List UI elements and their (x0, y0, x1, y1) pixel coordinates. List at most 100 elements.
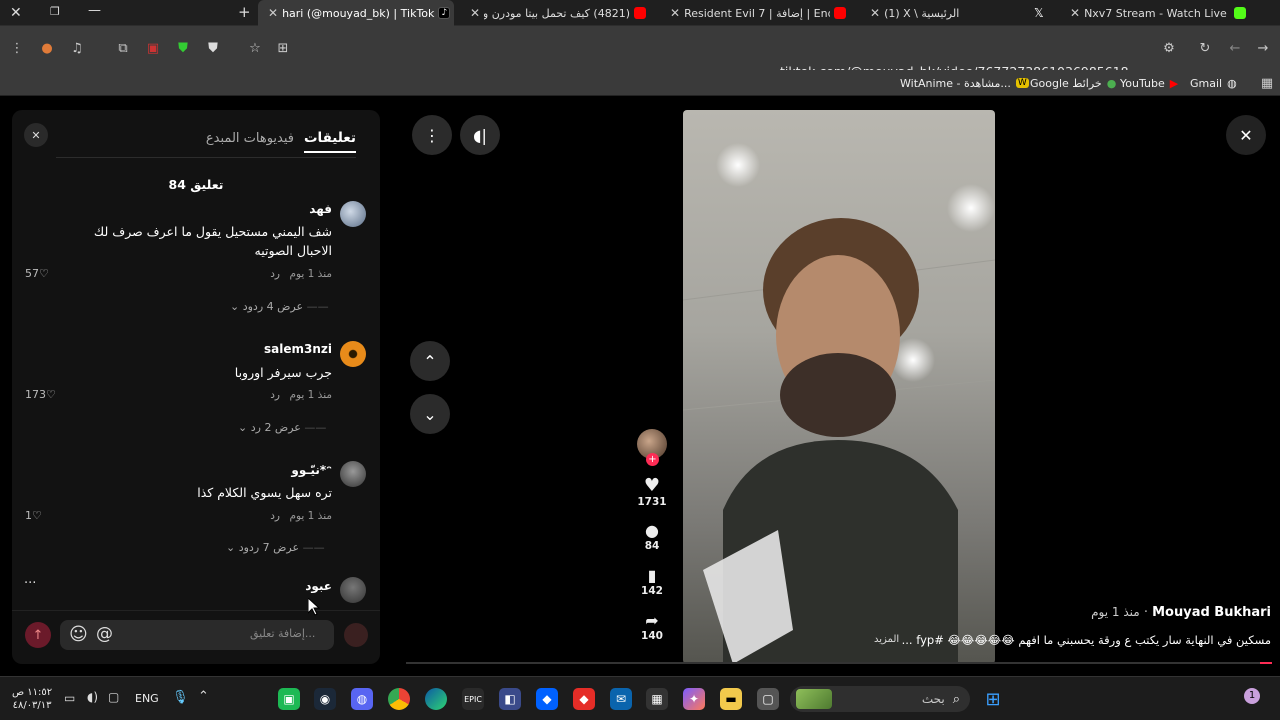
close-icon[interactable]: ✕ (870, 6, 880, 20)
edge-icon[interactable] (425, 688, 447, 710)
video-author[interactable]: Mouyad Bukhari (1152, 605, 1271, 620)
chevron-down-icon: ⌄ (423, 404, 437, 424)
bookmark-witanime[interactable]: WitAnime - مشاهدة... W (900, 70, 1029, 96)
back-icon[interactable]: → (1254, 39, 1272, 57)
close-icon[interactable]: ✕ (670, 6, 680, 20)
outlook-icon[interactable]: ✉ (610, 688, 632, 710)
reload-icon[interactable]: ↻ (1196, 39, 1214, 57)
view-replies-button[interactable]: ⌄ عرض 2 رد —— (238, 421, 326, 434)
extensions-puzzle-icon[interactable]: ⧉ (114, 39, 132, 57)
clock[interactable]: ١١:٥٢ ص ٤٨/٠٣/١٣ (12, 686, 52, 712)
share-button[interactable]: ➦ 140 (637, 611, 667, 642)
caption-more-button[interactable]: المزيد (874, 634, 899, 645)
send-button[interactable]: ↑ (25, 622, 51, 648)
shield-icon[interactable]: ⛊ (204, 39, 222, 57)
close-icon[interactable]: ✕ (1070, 6, 1080, 20)
bookmark-google-maps[interactable]: Google خرائط ● (1030, 70, 1116, 96)
discord-icon[interactable]: ◍ (351, 688, 373, 710)
store-icon[interactable]: ▦ (646, 688, 668, 710)
view-replies-button[interactable]: ⌄ عرض 4 ردود —— (230, 300, 329, 313)
bookmark-gmail[interactable]: Gmail ◍ (1190, 70, 1237, 96)
media-control-icon[interactable]: ♫ (68, 39, 86, 57)
extension-icon[interactable]: ▣ (144, 39, 162, 57)
tab-youtube-1[interactable]: ✕ (4821) كيف تحمل بيتا مودرن ورك (460, 0, 656, 26)
forward-icon[interactable]: ← (1226, 39, 1244, 57)
tab-comments[interactable]: تعليقات (303, 130, 356, 153)
next-video-button[interactable]: ⌄ (410, 394, 450, 434)
chevron-up-icon[interactable]: ⌃ (198, 689, 209, 704)
avatar[interactable] (340, 201, 366, 227)
comment-author[interactable]: نيّـوو*ᵔ (291, 463, 332, 477)
notification-badge[interactable]: 1 (1244, 688, 1260, 704)
close-icon[interactable]: ✕ (268, 6, 278, 20)
comment-time: منذ 1 يوم (289, 510, 332, 522)
extension-icon[interactable]: ● (38, 39, 56, 57)
battery-icon[interactable]: ▭ (64, 691, 75, 705)
tab-bar: ✕ ❐ — + ✕ hari (@mouyad_bk) | TikTok ♪ ✕… (0, 0, 1280, 26)
start-windows-icon[interactable]: ⊞ (982, 688, 1004, 710)
app-icon[interactable]: ◧ (499, 688, 521, 710)
tab-x[interactable]: ✕ (1) X \ الرئيسية 𝕏 (860, 0, 1056, 26)
like-button[interactable]: ♥ 1731 (637, 475, 667, 508)
search-box[interactable]: بحث ⌕ (790, 686, 970, 712)
comment-author[interactable]: salem3nzi (264, 342, 332, 356)
mention-icon[interactable]: @ (96, 624, 113, 644)
site-settings-icon[interactable]: ⚙ (1160, 39, 1178, 57)
language-indicator[interactable]: ENG (135, 692, 159, 705)
restore-window-icon[interactable]: ❐ (50, 5, 60, 18)
app-red-icon[interactable]: ◆ (573, 688, 595, 710)
translate-icon[interactable]: ⊞ (274, 39, 292, 57)
like-count[interactable]: 1♡ (25, 509, 42, 522)
shield-icon[interactable]: ⛊ (174, 39, 192, 57)
close-window-icon[interactable]: ✕ (10, 5, 22, 21)
avatar[interactable] (340, 341, 366, 367)
bookmark-star-icon[interactable]: ☆ (246, 39, 264, 57)
copilot-icon[interactable]: ✦ (683, 688, 705, 710)
more-options-icon[interactable]: ... (24, 572, 36, 587)
video-player[interactable] (683, 110, 995, 664)
view-replies-button[interactable]: ⌄ عرض 7 ردود —— (226, 541, 325, 554)
close-icon[interactable]: ✕ (470, 6, 480, 20)
volume-button[interactable]: ◖| (460, 115, 500, 155)
more-options-button[interactable]: ⋮ (412, 115, 452, 155)
minimize-window-icon[interactable]: — (88, 3, 101, 18)
steam-icon[interactable]: ◉ (314, 688, 336, 710)
network-icon[interactable]: ▢ (108, 690, 119, 704)
volume-icon[interactable]: ◖) (87, 690, 98, 704)
reply-button[interactable]: رد (270, 510, 280, 522)
file-explorer-icon[interactable]: ▬ (720, 688, 742, 710)
dropbox-icon[interactable]: ◆ (536, 688, 558, 710)
bookmark-youtube[interactable]: YouTube ▶ (1120, 70, 1178, 96)
comment-button[interactable]: ● 84 (637, 521, 667, 552)
menu-kebab-icon[interactable]: ⋮ (8, 39, 26, 57)
previous-video-button[interactable]: ⌃ (410, 341, 450, 381)
app-window-icon[interactable]: ▢ (757, 688, 779, 710)
close-video-button[interactable]: ✕ (1226, 115, 1266, 155)
like-count[interactable]: 57♡ (25, 267, 49, 280)
chrome-icon[interactable] (388, 688, 410, 710)
tab-kick[interactable]: ✕ Nxv7 Stream - Watch Live on Ki (1060, 0, 1256, 26)
comment-author[interactable]: عبود (305, 579, 332, 593)
comment-author[interactable]: فهد (309, 202, 332, 216)
heart-icon: ♡ (32, 509, 42, 522)
apps-grid-icon[interactable]: ▦ (1258, 74, 1276, 92)
reply-button[interactable]: رد (270, 389, 280, 401)
epic-games-icon[interactable]: EPIC (462, 688, 484, 710)
microphone-icon[interactable]: 🎙 (172, 690, 189, 705)
tab-title: (1) X \ الرئيسية (884, 6, 960, 20)
avatar[interactable] (340, 461, 366, 487)
follow-plus-icon[interactable]: + (646, 453, 659, 466)
tab-youtube-2[interactable]: ✕ Resident Evil 7 | إضافة | End of Z (660, 0, 856, 26)
new-tab-icon[interactable]: + (238, 3, 251, 21)
mouse-cursor-icon (308, 598, 320, 616)
video-progress-bar[interactable] (406, 662, 1272, 664)
tab-creator-videos[interactable]: فيديوهات المبدع (206, 131, 294, 146)
avatar[interactable] (340, 577, 366, 603)
save-button[interactable]: ▮ 142 (637, 566, 667, 597)
emoji-icon[interactable]: ☺ (69, 624, 88, 645)
reply-button[interactable]: رد (270, 268, 280, 280)
close-panel-button[interactable]: ✕ (24, 123, 48, 147)
tab-tiktok[interactable]: ✕ hari (@mouyad_bk) | TikTok ♪ (258, 0, 454, 26)
like-count[interactable]: 173♡ (25, 388, 56, 401)
xbox-app-icon[interactable]: ▣ (278, 688, 300, 710)
